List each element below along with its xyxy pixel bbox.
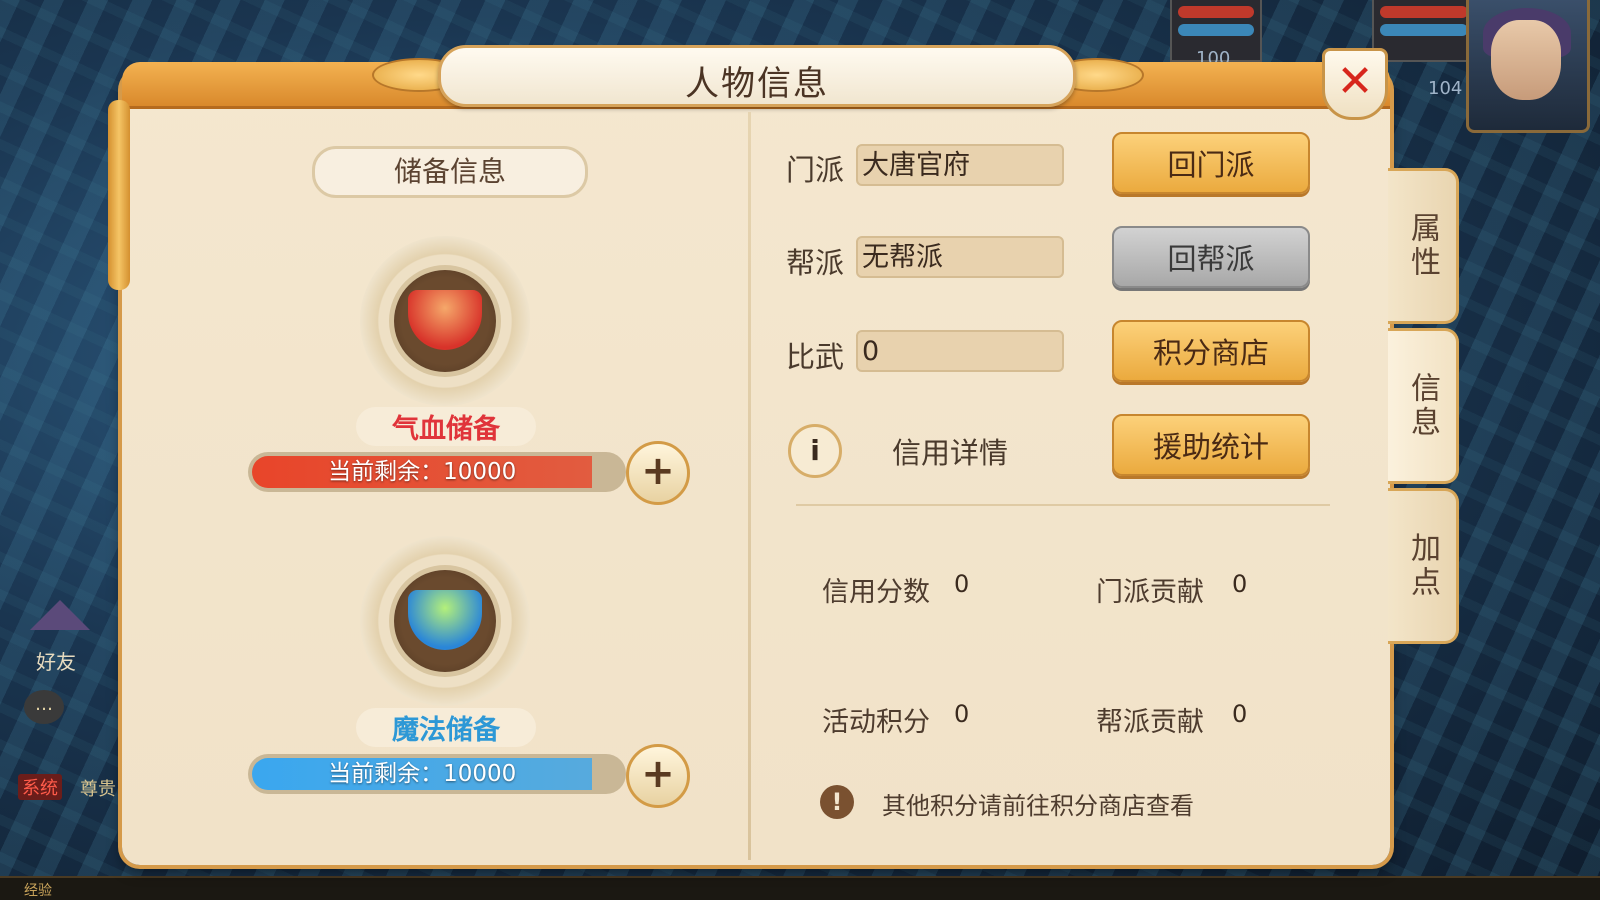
- guild-value: 无帮派: [856, 236, 1064, 278]
- avatar-face: [1491, 20, 1561, 100]
- activity-points-label: 活动积分: [822, 707, 930, 738]
- info-icon[interactable]: i: [788, 424, 842, 478]
- experience-label: 经验: [24, 883, 52, 899]
- credit-details-link[interactable]: 信用详情: [892, 430, 1008, 472]
- mp-reserve-bar: 当前剩余：10000: [248, 754, 626, 794]
- mp-reserve-label: 魔法储备: [356, 708, 536, 747]
- friends-button[interactable]: 好友: [36, 646, 76, 675]
- hp-remaining-text: 当前剩余：10000: [328, 459, 517, 485]
- return-guild-button[interactable]: 回帮派: [1112, 226, 1310, 288]
- mp-reserve-fill: 当前剩余：10000: [252, 758, 593, 790]
- points-note: 其他积分请前往积分商店查看: [882, 792, 1194, 820]
- points-shop-button[interactable]: 积分商店: [1112, 320, 1310, 382]
- pet-mp-bar: [1178, 24, 1254, 36]
- tab-info[interactable]: 信息: [1388, 328, 1459, 484]
- credit-score-value: 0: [954, 570, 970, 598]
- chat-icon[interactable]: …: [24, 690, 64, 724]
- sect-value: 大唐官府: [856, 144, 1064, 186]
- hp-potion-icon: [394, 270, 496, 372]
- hp-reserve-bar: 当前剩余：10000: [248, 452, 626, 492]
- system-tag: 系统: [18, 774, 62, 800]
- reserve-section-title: 储备信息: [312, 146, 588, 198]
- pk-value: 0: [856, 330, 1064, 372]
- close-button[interactable]: ✕: [1322, 48, 1388, 120]
- guild-contribution-label: 帮派贡献: [1096, 707, 1204, 738]
- close-icon: ✕: [1336, 56, 1374, 107]
- return-sect-button[interactable]: 回门派: [1112, 132, 1310, 194]
- pet-hp-bar: [1178, 6, 1254, 18]
- tab-add-points[interactable]: 加点: [1388, 488, 1459, 644]
- plus-icon: +: [641, 751, 675, 797]
- experience-bar: 经验: [0, 876, 1600, 900]
- tassel-decoration: [108, 100, 130, 290]
- sect-contribution-value: 0: [1232, 570, 1248, 598]
- title-plate: 人物信息: [438, 45, 1076, 107]
- system-message: 尊贵: [80, 779, 116, 800]
- hp-potion-slot[interactable]: [360, 236, 530, 406]
- mp-potion-slot[interactable]: [360, 536, 530, 706]
- sect-contribution-label: 门派贡献: [1096, 577, 1204, 608]
- warning-icon: !: [820, 785, 854, 819]
- mp-bowl: [408, 590, 482, 650]
- mp-add-button[interactable]: +: [626, 744, 690, 808]
- plus-icon: +: [641, 448, 675, 494]
- player-mp-bar: [1380, 24, 1468, 36]
- section-divider: [796, 504, 1330, 506]
- tab-attributes[interactable]: 属性: [1388, 168, 1459, 324]
- mp-potion-icon: [394, 570, 496, 672]
- hp-reserve-label: 气血储备: [356, 407, 536, 446]
- pk-label: 比武: [786, 340, 845, 374]
- credit-score-label: 信用分数: [822, 577, 930, 608]
- player-hp-bar: [1380, 6, 1468, 18]
- assist-stats-button[interactable]: 援助统计: [1112, 414, 1310, 476]
- hp-bowl: [408, 290, 482, 350]
- sect-label: 门派: [786, 153, 845, 187]
- guild-contribution-value: 0: [1232, 700, 1248, 728]
- window-title: 人物信息: [685, 64, 829, 104]
- player-avatar[interactable]: [1466, 0, 1590, 133]
- mp-remaining-text: 当前剩余：10000: [328, 761, 517, 787]
- guild-label: 帮派: [786, 246, 845, 280]
- panel-divider: [748, 112, 751, 860]
- hp-add-button[interactable]: +: [626, 441, 690, 505]
- activity-points-value: 0: [954, 700, 970, 728]
- player-level: 104: [1428, 78, 1463, 99]
- hp-reserve-fill: 当前剩余：10000: [252, 456, 593, 488]
